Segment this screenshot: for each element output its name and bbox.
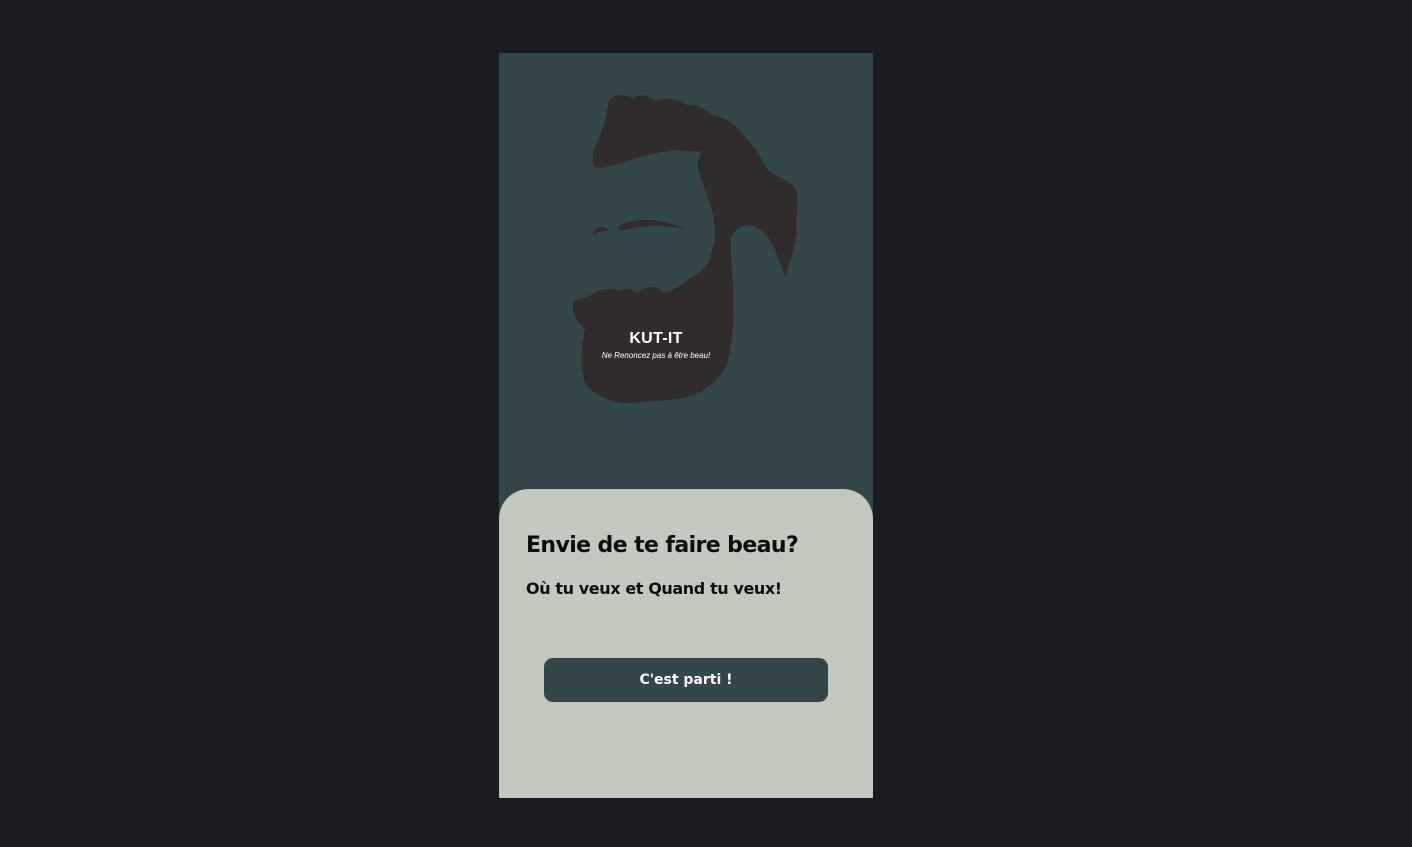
app-screen: KUT-IT Ne Renoncez pas à être beau! Envi… [499, 53, 873, 798]
start-button[interactable]: C'est parti ! [544, 658, 828, 702]
brand-block: KUT-IT Ne Renoncez pas à être beau! [589, 329, 723, 361]
onboarding-subtitle: Où tu veux et Quand tu veux! [526, 579, 782, 598]
brand-tagline: Ne Renoncez pas à être beau! [601, 351, 711, 360]
onboarding-title: Envie de te faire beau? [526, 533, 799, 558]
brand-name: KUT-IT [629, 330, 683, 347]
bearded-man-silhouette-icon [572, 95, 798, 404]
onboarding-card: Envie de te faire beau? Où tu veux et Qu… [499, 489, 873, 798]
hero-section: KUT-IT Ne Renoncez pas à être beau! [499, 53, 873, 513]
